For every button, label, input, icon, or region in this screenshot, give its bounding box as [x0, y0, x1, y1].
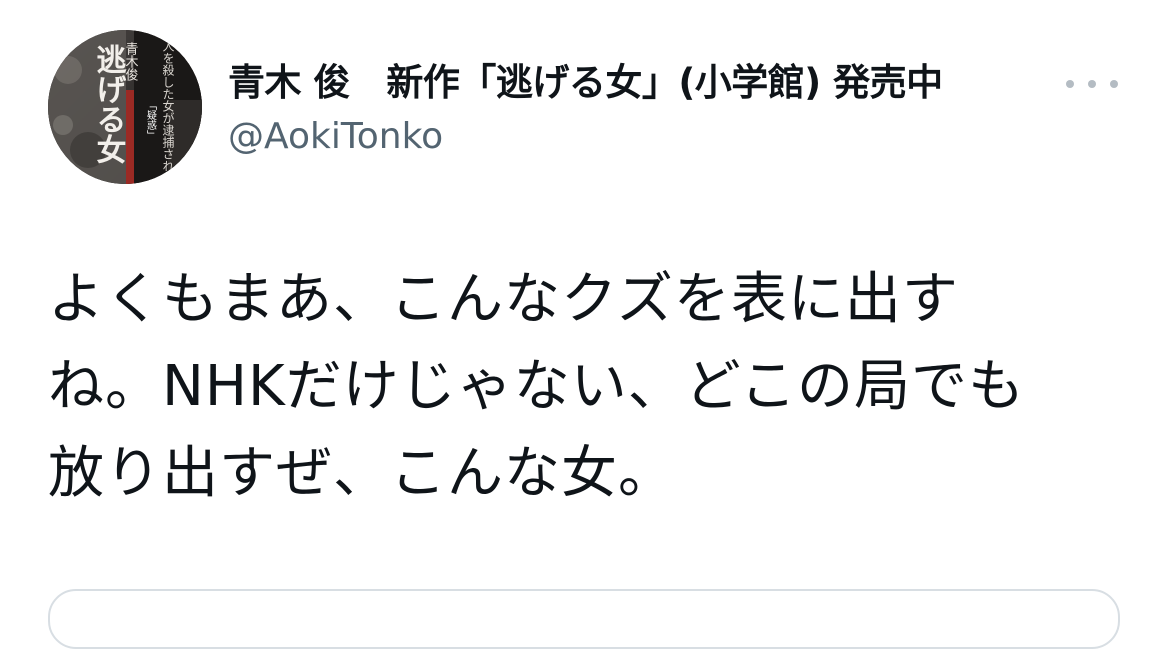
author-handle[interactable]: @AokiTonko [228, 114, 943, 160]
more-dot [1110, 80, 1118, 88]
more-dot [1066, 80, 1074, 88]
avatar-author-text: 青木俊 [123, 42, 139, 81]
tweet-header: 青木 俊 新作「逃げる女」(小学館) 発売中 @AokiTonko [228, 58, 943, 160]
tweet-text: よくもまあ、こんなクズを表に出す ね。NHKだけじゃない、どこの局でも 放り出す… [48, 267, 1026, 506]
avatar-label-text: 「疑惑」 [145, 100, 157, 140]
avatar[interactable]: 逃げる女 青木俊 「疑惑」 人を殺した女が逮捕される [48, 30, 202, 184]
avatar-blurb-text: 人を殺した女が逮捕される [161, 40, 175, 184]
more-dot [1088, 80, 1096, 88]
quoted-card-edge[interactable] [48, 589, 1120, 649]
more-horizontal-icon[interactable] [1066, 70, 1118, 98]
tweet: 逃げる女 青木俊 「疑惑」 人を殺した女が逮捕される 青木 俊 新作「逃げる女」… [0, 0, 1169, 649]
author-display-name[interactable]: 青木 俊 新作「逃げる女」(小学館) 発売中 [228, 58, 943, 108]
avatar-image: 逃げる女 青木俊 「疑惑」 人を殺した女が逮捕される [48, 30, 202, 184]
avatar-title-text: 逃げる女 [91, 44, 127, 164]
